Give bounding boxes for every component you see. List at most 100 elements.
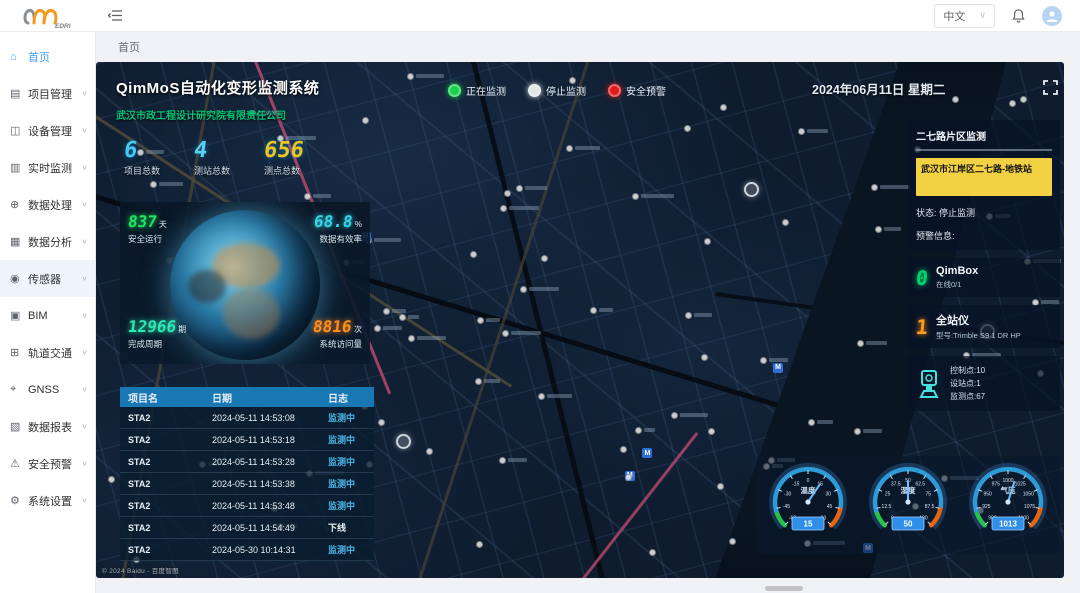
map-poi-dot [708, 428, 715, 435]
sidebar-item-3[interactable]: ▥ 实时监测∨ [0, 149, 95, 186]
map-poi-label [866, 341, 887, 345]
fullscreen-icon[interactable] [1043, 80, 1058, 100]
cell-date: 2024-05-11 14:53:48 [212, 501, 328, 511]
device-name: QimBox [936, 265, 978, 277]
map-poi-dot [426, 448, 433, 455]
map-poi-label [313, 194, 331, 198]
svg-text:-45: -45 [783, 504, 790, 510]
device-icon: ◫ [10, 124, 25, 137]
map-poi-dot [304, 193, 311, 200]
map-poi-dot [1020, 96, 1027, 103]
map-poi-label [416, 74, 445, 78]
map-poi-label [509, 206, 539, 210]
sidebar-item-12[interactable]: ⚙ 系统设置∨ [0, 482, 95, 519]
sidebar-item-5[interactable]: ▦ 数据分析∨ [0, 223, 95, 260]
globe-stat-item: 68.8% 数据有效率 [247, 212, 362, 245]
cell-date: 2024-05-11 14:53:08 [212, 413, 328, 423]
rail-icon: ⊞ [10, 346, 25, 359]
stat-item: 4 测站总数 [194, 138, 230, 177]
table-row[interactable]: STA2 2024-05-11 14:53:38 监测中 [120, 473, 374, 495]
bim-icon: ▣ [10, 309, 25, 322]
map-poi-dot [952, 96, 959, 103]
sidebar-item-8[interactable]: ⊞ 轨道交通∨ [0, 334, 95, 371]
table-row[interactable]: STA2 2024-05-11 14:53:28 监测中 [120, 451, 374, 473]
svg-text:925: 925 [982, 504, 991, 510]
cell-status: 监测中 [328, 499, 382, 512]
stat-item: 656 测点总数 [264, 138, 304, 177]
map-poi-label [374, 238, 401, 242]
metro-station-marker[interactable]: M [642, 448, 652, 458]
legend-item: 停止监测 [528, 83, 586, 98]
globe-stat-value: 12966 [127, 317, 178, 336]
sidebar-item-label: 轨道交通 [28, 345, 72, 361]
svg-text:75: 75 [926, 491, 932, 497]
sidebar-item-6[interactable]: ◉ 传感器∨ [0, 260, 95, 297]
table-row[interactable]: STA2 2024-05-30 10:14:31 监测中 [120, 539, 374, 561]
cell-project: STA2 [128, 457, 212, 467]
map-poi-label [641, 194, 673, 198]
cell-project: STA2 [128, 501, 212, 511]
map-poi-label [547, 394, 572, 398]
map-poi-label [884, 227, 900, 231]
notification-bell-icon[interactable] [1011, 8, 1026, 24]
table-row[interactable]: STA2 2024-05-11 14:54:49 下线 [120, 517, 374, 539]
svg-text:1075: 1075 [1024, 504, 1035, 510]
user-avatar[interactable] [1042, 6, 1062, 26]
status-label: 状态: [916, 208, 937, 218]
sidebar-item-label: 项目管理 [28, 86, 72, 102]
map-poi-dot [854, 428, 861, 435]
stat-value: 6 [122, 138, 139, 163]
sidebar-item-label: 首页 [28, 49, 50, 65]
map-poi-dot [808, 419, 815, 426]
map-poi-dot [875, 226, 882, 233]
dashboard-title: QimMoS自动化变形监测系统 [116, 77, 319, 98]
sidebar-item-11[interactable]: ⚠ 安全预警∨ [0, 445, 95, 482]
map-poi-dot [625, 474, 632, 481]
cell-status: 监测中 [328, 543, 382, 556]
table-row[interactable]: STA2 2024-05-11 14:53:48 监测中 [120, 495, 374, 517]
map-poi-dot [504, 190, 511, 197]
globe-stat-value: 837 [127, 212, 159, 231]
horizontal-scrollbar-thumb[interactable] [765, 586, 803, 591]
sidebar-item-9[interactable]: ⌖ GNSS∨ [0, 371, 95, 408]
table-row[interactable]: STA2 2024-05-11 14:53:18 监测中 [120, 429, 374, 451]
map-canvas[interactable]: MMMMMMM QimMoS自动化变形监测系统 武汉市政工程设计研究院有限责任公… [96, 62, 1064, 578]
map-poi-label [392, 309, 405, 313]
stat-label: 项目总数 [124, 164, 160, 177]
settings-icon: ⚙ [10, 494, 25, 507]
map-poi-dot [857, 340, 864, 347]
location-item[interactable]: 武汉市江岸区二七路-地铁站 [916, 158, 1052, 196]
metro-station-marker[interactable]: M [773, 363, 783, 373]
device-count: 1 [915, 315, 930, 339]
gauge-气压: 900 925 950 975 1000 1025 1050 1075 1100… [958, 456, 1058, 555]
map-poi-dot [538, 393, 545, 400]
svg-text:37.5: 37.5 [891, 481, 901, 487]
sidebar-collapse-icon[interactable] [108, 9, 123, 22]
sidebar-item-4[interactable]: ⊕ 数据处理∨ [0, 186, 95, 223]
device-name: 全站仪 [936, 312, 1021, 328]
sidebar-item-10[interactable]: ▧ 数据报表∨ [0, 408, 95, 445]
map-poi-label [508, 458, 527, 462]
legend-dot-icon [528, 84, 541, 97]
svg-text:1050: 1050 [1023, 491, 1034, 497]
map-poi-dot [407, 73, 414, 80]
sidebar-item-0[interactable]: ⌂ 首页 [0, 38, 95, 75]
breadcrumb-tab-home[interactable]: 首页 [118, 39, 140, 55]
table-row[interactable]: STA2 2024-05-11 14:53:08 监测中 [120, 407, 374, 429]
map-poi-label [417, 336, 446, 340]
svg-text:15: 15 [804, 519, 813, 528]
top-bar: EDRI 中文 ∨ [0, 0, 1080, 32]
map-poi-label [807, 129, 828, 133]
map-poi-dot [1009, 100, 1016, 107]
language-select[interactable]: 中文 ∨ [934, 4, 995, 28]
cell-project: STA2 [128, 545, 212, 555]
sidebar-item-1[interactable]: ▤ 项目管理∨ [0, 75, 95, 112]
device-count: 0 [915, 266, 930, 290]
sidebar-item-2[interactable]: ◫ 设备管理∨ [0, 112, 95, 149]
sidebar-item-7[interactable]: ▣ BIM∨ [0, 297, 95, 334]
monitor-station-marker[interactable] [396, 434, 411, 449]
monitor-station-marker[interactable] [744, 182, 759, 197]
legend-label: 正在监测 [466, 83, 506, 98]
map-poi-dot [701, 354, 708, 361]
map-poi-dot [685, 312, 692, 319]
